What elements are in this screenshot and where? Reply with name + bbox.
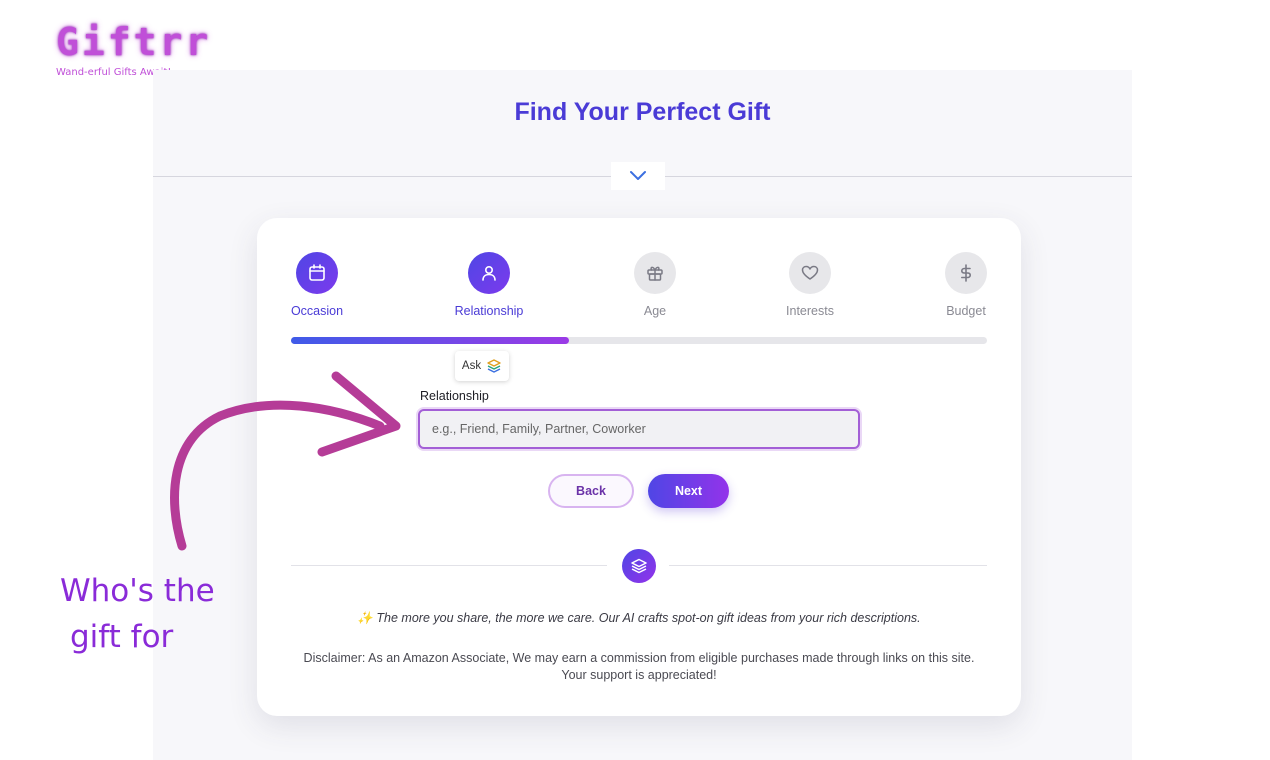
step-icon-circle — [789, 252, 831, 294]
step-icon-circle — [945, 252, 987, 294]
chevron-down-icon — [630, 171, 646, 180]
annotation-line-2: gift for — [70, 619, 174, 655]
step-label: Age — [643, 304, 667, 318]
layers-icon — [487, 359, 501, 373]
step-label: Occasion — [290, 304, 344, 318]
step-occasion[interactable]: Occasion — [257, 252, 377, 318]
relationship-label: Relationship — [420, 389, 489, 403]
step-icon-circle — [634, 252, 676, 294]
step-interests[interactable]: Interests — [750, 252, 870, 318]
step-relationship[interactable]: Relationship — [429, 252, 549, 318]
gift-icon — [647, 266, 663, 281]
back-button[interactable]: Back — [548, 474, 634, 508]
annotation-arrow — [170, 371, 401, 551]
info-text: ✨ The more you share, the more we care. … — [357, 611, 921, 625]
dollar-icon — [960, 264, 972, 282]
layers-icon — [631, 558, 647, 574]
calendar-icon — [309, 264, 325, 281]
step-label: Relationship — [454, 304, 524, 318]
collapse-toggle[interactable] — [611, 162, 665, 190]
heart-icon — [801, 265, 819, 280]
annotation-line-1: Who's the — [60, 573, 215, 609]
relationship-placeholder: e.g., Friend, Family, Partner, Coworker — [432, 422, 646, 436]
separator-left — [291, 565, 607, 566]
ask-label: Ask — [461, 360, 482, 372]
step-label: Interests — [786, 304, 834, 318]
page-title: Find Your Perfect Gift — [514, 98, 771, 126]
separator-right — [669, 565, 987, 566]
progress-fill — [291, 337, 570, 344]
step-icon-circle — [468, 252, 510, 294]
step-icon-circle — [296, 252, 338, 294]
next-button[interactable]: Next — [648, 474, 729, 508]
disclaimer-text: Disclaimer: As an Amazon Associate, We m… — [303, 651, 975, 682]
ask-button[interactable]: Ask — [455, 351, 509, 381]
annotation-text: Who's the gift for — [60, 568, 250, 660]
step-age[interactable]: Age — [595, 252, 715, 318]
step-budget[interactable]: Budget — [906, 252, 1026, 318]
brand-name: Giftrr — [56, 20, 212, 64]
user-icon — [482, 265, 496, 281]
progress-bar — [291, 337, 987, 344]
layers-badge — [622, 549, 656, 583]
step-label: Budget — [946, 304, 986, 318]
relationship-input[interactable]: e.g., Friend, Family, Partner, Coworker — [418, 409, 860, 449]
